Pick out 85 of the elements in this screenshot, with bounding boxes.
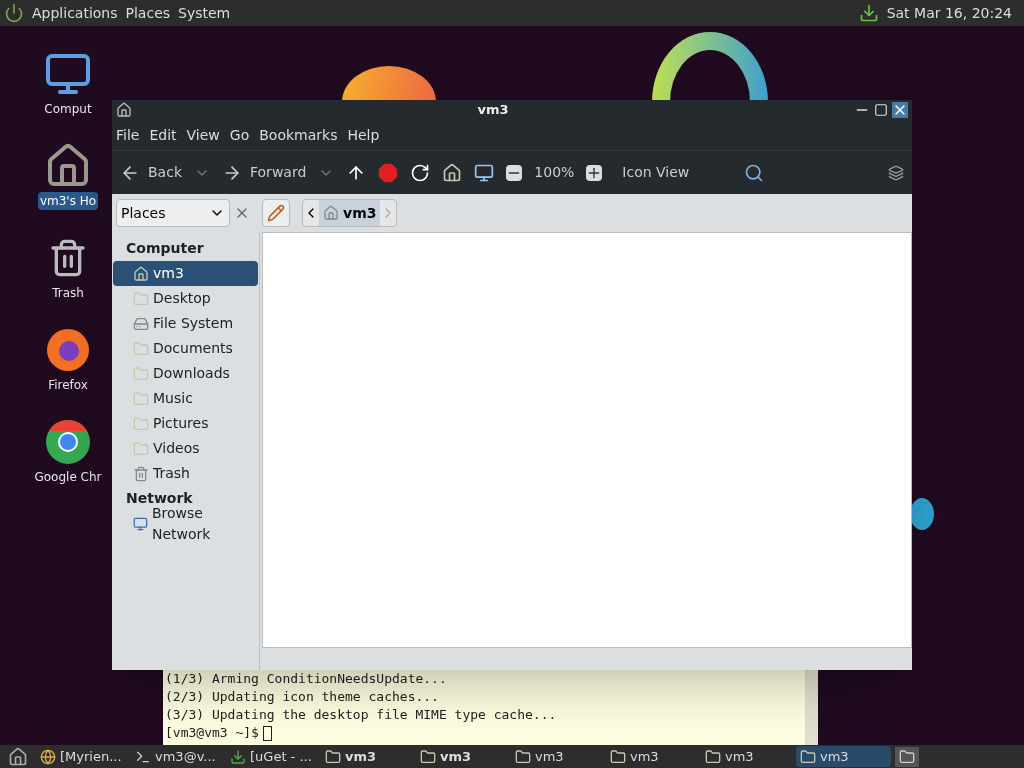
scrollbar[interactable] [805, 670, 818, 745]
sidebar-heading: Network [125, 489, 194, 508]
drive-icon [133, 315, 149, 332]
folder-icon [800, 748, 816, 765]
view-select[interactable]: Icon View [622, 162, 733, 183]
computer-icon[interactable] [474, 162, 495, 183]
taskbar-button[interactable]: vm3 [796, 746, 891, 767]
menu-item[interactable]: View [186, 124, 220, 146]
globe-icon [40, 748, 56, 765]
taskbar-button[interactable]: vm3 [606, 746, 701, 767]
reload-icon[interactable] [410, 162, 431, 183]
panel-menu[interactable]: Places [125, 2, 171, 24]
browser-logo-icon [45, 327, 91, 373]
folder-icon [325, 748, 341, 765]
desktop-icon-label[interactable]: Google Chr [32, 468, 104, 486]
home-folder-icon [133, 265, 149, 282]
sidebar-item[interactable]: Music [113, 386, 258, 411]
maximize-icon[interactable] [874, 103, 888, 117]
sidebar-item[interactable]: File System [113, 311, 258, 336]
panel-menu[interactable]: Applications [32, 2, 118, 24]
desktop-icon-label[interactable]: Trash [50, 284, 86, 302]
zoom-out-icon[interactable] [506, 164, 523, 181]
sidebar-item[interactable]: Documents [113, 336, 258, 361]
show-desktop-icon[interactable] [8, 746, 28, 767]
sidebar-item[interactable]: Desktop [113, 286, 258, 311]
trash-icon [133, 465, 149, 482]
taskbar-button[interactable]: vm3 [321, 746, 416, 767]
folder-icon [610, 748, 626, 765]
side-pane-select[interactable]: Places [116, 199, 230, 227]
terminal-cursor [262, 725, 272, 741]
stop-icon[interactable] [378, 162, 399, 183]
search-icon[interactable] [744, 162, 765, 183]
taskbar-button[interactable]: vm3@v... [131, 746, 226, 767]
window-icon [116, 102, 132, 118]
terminal-line: (3/3) Updating the desktop file MIME type cache... [165, 706, 558, 724]
terminal-line: (1/3) Arming ConditionNeedsUpdate... [165, 670, 448, 688]
folder-icon [133, 340, 149, 357]
zoom-level: 100% [534, 163, 575, 182]
folder-icon [705, 748, 721, 765]
workspace-icon[interactable] [895, 746, 919, 767]
path-button[interactable]: vm3 [319, 200, 381, 226]
sidebar-item[interactable]: Downloads [113, 361, 258, 386]
edit-location-icon[interactable] [262, 199, 290, 227]
terminal-prompt: [vm3@vm3 ~]$ [165, 724, 259, 742]
taskbar-button[interactable]: [Myrien... [36, 746, 131, 767]
sidebar-item[interactable]: Videos [113, 436, 258, 461]
sidebar-heading: Computer [125, 239, 205, 258]
close-icon[interactable] [892, 102, 908, 118]
network-icon [133, 515, 148, 532]
sidebar-item[interactable]: vm3 [113, 261, 258, 286]
terminal-line: (2/3) Updating icon theme caches... [165, 688, 440, 706]
desktop-icon-label[interactable]: Comput [42, 100, 94, 118]
wallpaper-blob-drawing [912, 497, 936, 531]
sidebar-item[interactable]: Pictures [113, 411, 258, 436]
home-icon[interactable] [442, 162, 463, 183]
menu-item[interactable]: Edit [149, 124, 177, 146]
download-icon [230, 748, 246, 765]
taskbar-button[interactable]: vm3 [701, 746, 796, 767]
folder-icon [133, 365, 149, 382]
desktop-icon-label[interactable]: Firefox [46, 376, 90, 394]
desktop-icon-label[interactable]: vm3's Ho [37, 192, 99, 210]
menu-item[interactable]: Help [347, 124, 380, 146]
folder-icon [515, 748, 531, 765]
update-icon[interactable] [858, 3, 879, 23]
folder-icon [133, 290, 149, 307]
folder-icon [133, 390, 149, 407]
menu-item[interactable]: Go [229, 124, 250, 146]
zoom-in-icon[interactable] [586, 164, 603, 181]
folder-icon [133, 415, 149, 432]
panel-menu[interactable]: System [178, 2, 231, 24]
folder-icon [420, 748, 436, 765]
menu-item[interactable]: File [116, 124, 140, 146]
browser-logo-icon [45, 419, 91, 465]
taskbar-button[interactable]: [uGet - ... [226, 746, 321, 767]
folder-icon [133, 440, 149, 457]
menu-logo-icon[interactable] [4, 3, 24, 23]
panel-clock[interactable]: Sat Mar 16, 20:24 [886, 2, 1020, 24]
window-title: vm3 [476, 101, 510, 120]
menu-item[interactable]: Bookmarks [259, 124, 338, 146]
taskbar-button[interactable]: vm3 [511, 746, 606, 767]
back-button[interactable]: Back [120, 162, 182, 183]
forward-button[interactable]: Forward [222, 162, 307, 183]
sidebar-item[interactable]: Trash [113, 461, 258, 486]
home-folder-icon [323, 205, 339, 221]
taskbar-button[interactable]: vm3 [416, 746, 511, 767]
